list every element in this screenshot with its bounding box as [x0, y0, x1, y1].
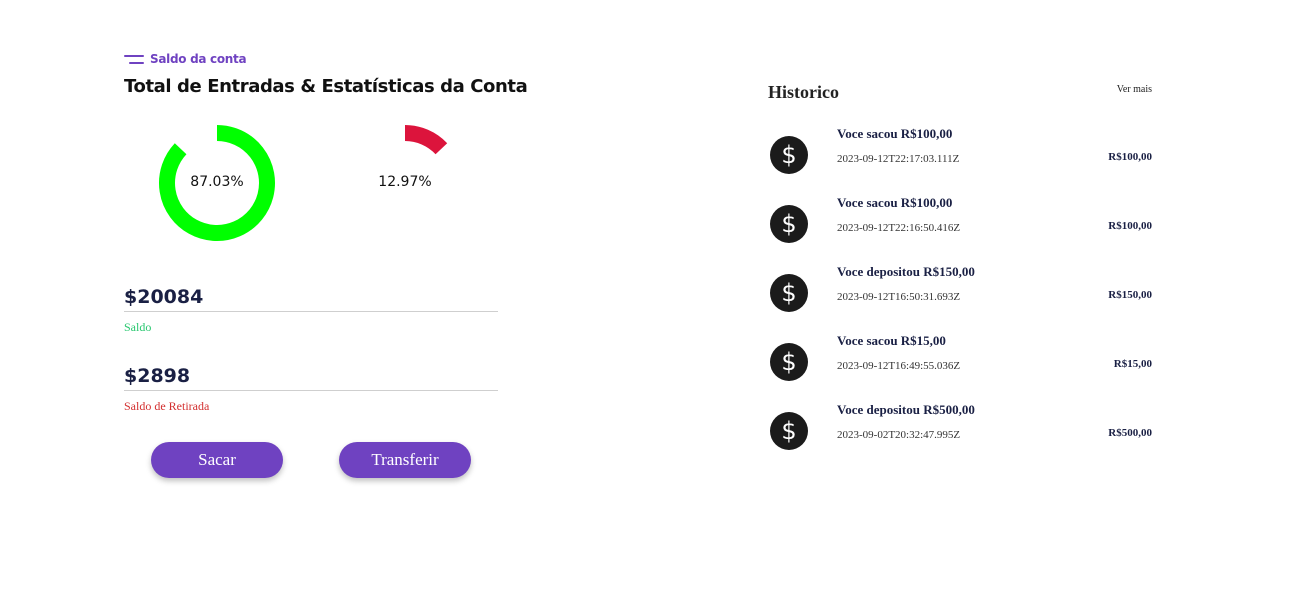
history-item-amount: R$15,00 — [1113, 358, 1152, 370]
history-item-title: Voce sacou R$15,00 — [837, 333, 946, 348]
account-eyebrow-label: Saldo da conta — [150, 52, 247, 66]
withdrawal-donut-arc — [404, 125, 448, 155]
history-item-amount: R$500,00 — [1108, 427, 1152, 439]
history-title: Historico — [768, 82, 839, 102]
withdrawal-value: $2898 — [124, 361, 498, 391]
menu-lines-icon — [124, 53, 144, 65]
balance-caption: Saldo — [124, 320, 152, 334]
history-item-title: Voce sacou R$100,00 — [837, 126, 953, 141]
balance-value: $20084 — [124, 282, 498, 312]
balance-donut-chart: 87.03% — [158, 124, 276, 242]
withdrawal-caption: Saldo de Retirada — [124, 399, 210, 413]
see-more-link[interactable]: Ver mais — [1117, 84, 1152, 95]
withdrawal-percent-label: 12.97% — [378, 174, 432, 190]
dollar-coin-icon: $ — [770, 412, 808, 450]
withdrawal-donut-chart: 12.97% — [346, 124, 464, 242]
history-item-title: Voce sacou R$100,00 — [837, 195, 953, 210]
history-item-date: 2023-09-12T16:49:55.036Z — [837, 360, 961, 372]
history-item-date: 2023-09-12T16:50:31.693Z — [837, 291, 961, 303]
history-item-date: 2023-09-12T22:16:50.416Z — [837, 222, 961, 234]
dollar-coin-icon: $ — [770, 136, 808, 174]
history-panel: Historico Ver mais $ Voce sacou R$100,00… — [768, 78, 1152, 450]
transfer-button[interactable]: Transferir — [339, 442, 471, 478]
history-item-amount: R$150,00 — [1108, 289, 1152, 301]
balance-stat: $20084 Saldo — [124, 282, 498, 335]
history-item-title: Voce depositou R$150,00 — [837, 264, 975, 279]
history-item: $ Voce sacou R$15,00 2023-09-12T16:49:55… — [768, 333, 1152, 393]
dollar-coin-icon: $ — [770, 205, 808, 243]
dollar-coin-icon: $ — [770, 274, 808, 312]
balance-percent-label: 87.03% — [190, 174, 244, 190]
withdraw-button[interactable]: Sacar — [151, 442, 283, 478]
history-item: $ Voce depositou R$500,00 2023-09-02T20:… — [768, 402, 1152, 462]
history-item-date: 2023-09-02T20:32:47.995Z — [837, 429, 961, 441]
history-item: $ Voce sacou R$100,00 2023-09-12T22:16:5… — [768, 195, 1152, 255]
history-header: Historico Ver mais — [768, 78, 1152, 106]
history-item-amount: R$100,00 — [1108, 220, 1152, 232]
account-stats-panel: Saldo da conta Total de Entradas & Estat… — [124, 50, 528, 97]
account-title: Total de Entradas & Estatísticas da Cont… — [124, 76, 528, 97]
history-item-title: Voce depositou R$500,00 — [837, 402, 975, 417]
history-item: $ Voce depositou R$150,00 2023-09-12T16:… — [768, 264, 1152, 324]
history-item: $ Voce sacou R$100,00 2023-09-12T22:17:0… — [768, 126, 1152, 186]
account-eyebrow: Saldo da conta — [124, 50, 504, 68]
history-item-date: 2023-09-12T22:17:03.111Z — [837, 153, 960, 165]
dollar-coin-icon: $ — [770, 343, 808, 381]
history-item-amount: R$100,00 — [1108, 151, 1152, 163]
withdrawal-stat: $2898 Saldo de Retirada — [124, 361, 498, 414]
